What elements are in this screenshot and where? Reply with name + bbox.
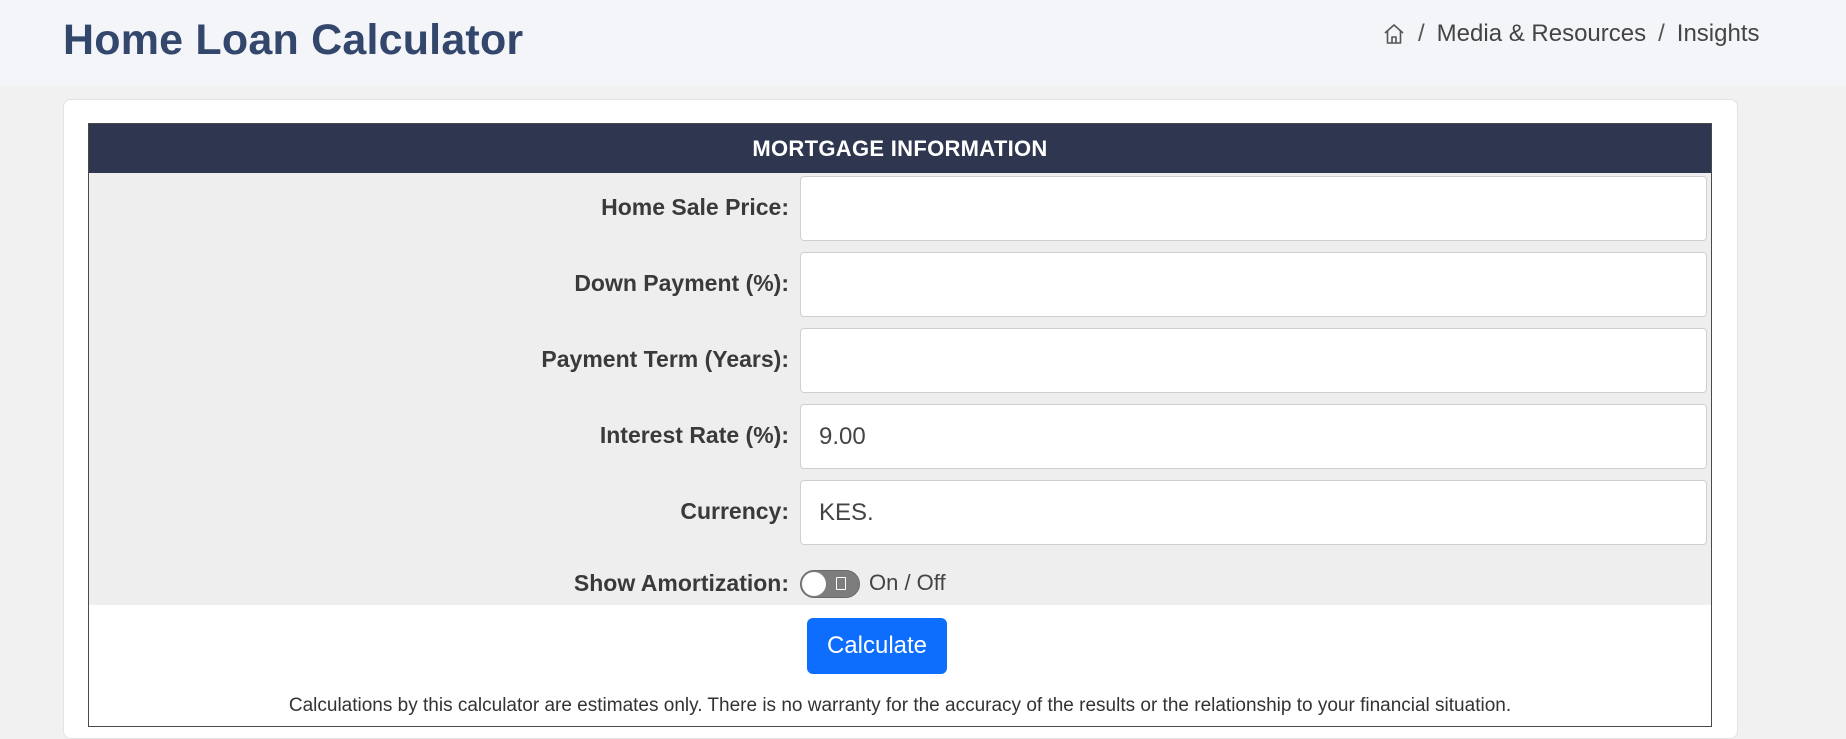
down-payment-label: Down Payment (%): — [574, 269, 789, 296]
currency-label: Currency: — [680, 497, 789, 524]
interest-rate-row: Interest Rate (%): — [89, 401, 1711, 469]
interest-rate-label: Interest Rate (%): — [599, 421, 789, 448]
mortgage-calculator: MORTGAGE INFORMATION Home Sale Price: Do… — [88, 123, 1712, 727]
breadcrumb-media-resources[interactable]: Media & Resources — [1437, 20, 1646, 48]
mortgage-form: Home Sale Price: Down Payment (%): Payme… — [89, 173, 1711, 605]
calculate-button[interactable]: Calculate — [807, 618, 947, 674]
down-payment-row: Down Payment (%): — [89, 249, 1711, 317]
home-sale-price-row: Home Sale Price: — [89, 173, 1711, 241]
down-payment-input[interactable] — [800, 252, 1707, 317]
breadcrumb-separator: / — [1658, 20, 1665, 47]
payment-term-input[interactable] — [800, 328, 1707, 393]
home-icon[interactable] — [1382, 22, 1406, 46]
home-sale-price-label: Home Sale Price: — [601, 193, 789, 220]
disclaimer-text: Calculations by this calculator are esti… — [288, 695, 1512, 716]
breadcrumb: / Media & Resources / Insights — [1382, 20, 1760, 48]
currency-input[interactable] — [800, 480, 1707, 545]
amortization-toggle-text: On / Off — [869, 570, 946, 595]
amortization-row: Show Amortization: On / Off — [89, 561, 1711, 605]
currency-row: Currency: — [89, 477, 1711, 545]
section-header: MORTGAGE INFORMATION — [89, 124, 1711, 173]
breadcrumb-separator: / — [1418, 20, 1425, 47]
toggle-off-indicator-icon — [836, 577, 846, 590]
page-title: Home Loan Calculator — [63, 16, 524, 64]
amortization-toggle[interactable] — [800, 570, 860, 598]
amortization-label: Show Amortization: — [573, 569, 789, 596]
toggle-knob — [802, 572, 826, 596]
home-sale-price-input[interactable] — [800, 176, 1707, 241]
page-header: Home Loan Calculator / Media & Resources… — [0, 0, 1846, 86]
payment-term-label: Payment Term (Years): — [541, 345, 789, 372]
payment-term-row: Payment Term (Years): — [89, 325, 1711, 393]
breadcrumb-insights[interactable]: Insights — [1677, 20, 1760, 48]
interest-rate-input[interactable] — [800, 404, 1707, 469]
